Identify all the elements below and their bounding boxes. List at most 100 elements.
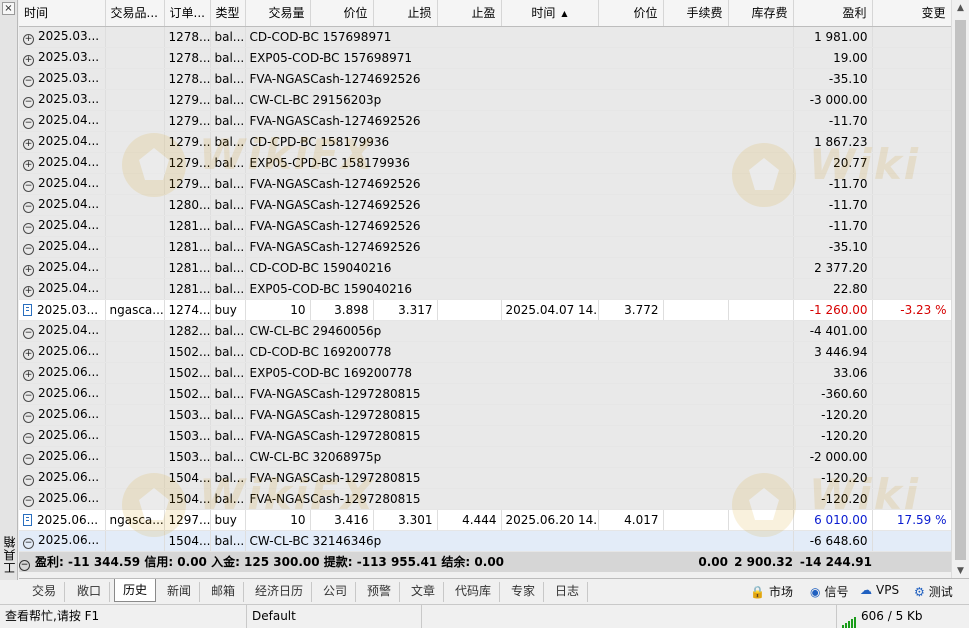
withdrawal-icon: − <box>23 474 34 486</box>
balance-row[interactable]: +2025.03... 1278... bal... CD-COD-BC 157698… <box>19 26 951 48</box>
cell-symbol <box>105 26 165 48</box>
column-header-change[interactable]: 变更 <box>872 0 951 27</box>
cell-type: bal... <box>210 215 246 237</box>
balance-row[interactable]: −2025.06... 1504... bal... FVA-NGASCash-129… <box>19 488 951 510</box>
tab-exposure[interactable]: 敞口 <box>69 582 111 602</box>
balance-row[interactable]: −2025.06... 1503... bal... CW-CL-BC 3206897… <box>19 446 951 468</box>
cell-symbol <box>105 425 165 447</box>
signals-button[interactable]: ◉ 信号 <box>810 583 849 600</box>
cell-change <box>872 530 951 552</box>
cell-profit: 2 377.20 <box>793 257 873 279</box>
withdrawal-icon: − <box>23 537 34 549</box>
cell-comment: FVA-NGASCash-1297280815 <box>245 425 794 447</box>
tab-alerts[interactable]: 预警 <box>359 582 401 602</box>
tab-news[interactable]: 新闻 <box>159 582 201 602</box>
balance-row[interactable]: −2025.06... 1504... bal... CW-CL-BC 3214634… <box>19 530 951 552</box>
cell-type: bal... <box>210 152 246 174</box>
collapse-icon[interactable]: − <box>19 560 30 572</box>
toolbox-tab-bar: 交易 敞口 历史 新闻 邮箱 经济日历 公司 预警 文章 代码库 专家 日志 🔒… <box>19 578 969 603</box>
column-header-take-profit[interactable]: 止盈 <box>437 0 502 27</box>
column-header-swap[interactable]: 库存费 <box>728 0 794 27</box>
balance-row[interactable]: −2025.06... 1503... bal... FVA-NGASCash-129… <box>19 425 951 447</box>
column-header-volume[interactable]: 交易量 <box>245 0 311 27</box>
cell-comment: CD-COD-BC 157698971 <box>245 26 794 48</box>
cell-order: 1502... <box>164 362 211 384</box>
column-header-close-time[interactable]: 时间 ▲ <box>501 0 599 27</box>
history-table: 时间 交易品... 订单... 类型 交易量 价位 止损 止盈 时间 ▲ 价位 手… <box>19 0 951 572</box>
column-header-order[interactable]: 订单... <box>164 0 211 27</box>
cell-time: −2025.06... <box>19 467 106 489</box>
cell-time: −2025.06... <box>19 383 106 405</box>
summary-row: − 盈利: -11 344.59 信用: 0.00 入金: 125 300.00 … <box>19 551 951 572</box>
cell-time: +2025.03... <box>19 26 106 48</box>
scroll-up-icon[interactable]: ▲ <box>952 0 969 17</box>
cell-symbol <box>105 530 165 552</box>
tab-journal[interactable]: 日志 <box>547 582 589 602</box>
balance-row[interactable]: −2025.06... 1503... bal... FVA-NGASCash-129… <box>19 404 951 426</box>
cell-change <box>872 278 951 300</box>
cell-time: −2025.06... <box>19 425 106 447</box>
tab-history[interactable]: 历史 <box>114 579 157 602</box>
column-header-close-price[interactable]: 价位 <box>598 0 664 27</box>
tab-calendar[interactable]: 经济日历 <box>247 582 313 602</box>
balance-row[interactable]: +2025.04... 1281... bal... CD-COD-BC 159040… <box>19 257 951 279</box>
column-header-commission[interactable]: 手续费 <box>663 0 729 27</box>
trade-row[interactable]: 2025.06... ngasca... 1297... buy 10 3.416 3.30… <box>19 509 951 531</box>
tab-mailbox[interactable]: 邮箱 <box>203 582 245 602</box>
balance-row[interactable]: +2025.06... 1502... bal... EXP05-COD-BC 169… <box>19 362 951 384</box>
status-empty <box>422 605 837 628</box>
cell-commission <box>663 509 729 531</box>
column-header-symbol[interactable]: 交易品... <box>105 0 165 27</box>
tab-experts[interactable]: 专家 <box>503 582 545 602</box>
cell-time: +2025.06... <box>19 341 106 363</box>
tester-button[interactable]: ⚙ 测试 <box>914 583 953 600</box>
cell-profit: -11.70 <box>793 110 873 132</box>
signal-icon: ◉ <box>810 585 821 599</box>
tab-company[interactable]: 公司 <box>315 582 357 602</box>
column-header-stop-loss[interactable]: 止损 <box>373 0 438 27</box>
cell-time: 2025.06... <box>19 509 106 531</box>
tab-code-base[interactable]: 代码库 <box>447 582 501 602</box>
trade-row[interactable]: 2025.03... ngasca... 1274... buy 10 3.898 3.31… <box>19 299 951 321</box>
close-icon[interactable]: × <box>2 2 15 15</box>
cell-order: 1278... <box>164 47 211 69</box>
cell-order: 1502... <box>164 341 211 363</box>
balance-row[interactable]: −2025.04... 1279... bal... FVA-NGASCash-127… <box>19 173 951 195</box>
balance-row[interactable]: −2025.03... 1279... bal... CW-CL-BC 2915620… <box>19 89 951 111</box>
cell-symbol <box>105 68 165 90</box>
cell-symbol <box>105 152 165 174</box>
balance-row[interactable]: −2025.04... 1282... bal... CW-CL-BC 2946005… <box>19 320 951 342</box>
tab-trade[interactable]: 交易 <box>24 582 66 602</box>
status-help: 查看帮忙,请按 F1 <box>0 605 247 628</box>
balance-row[interactable]: +2025.04... 1279... bal... CD-CPD-BC 158179… <box>19 131 951 153</box>
cell-type: bal... <box>210 173 246 195</box>
market-button[interactable]: 🔒 市场 <box>750 583 793 600</box>
cell-change <box>872 89 951 111</box>
column-header-price[interactable]: 价位 <box>310 0 374 27</box>
balance-row[interactable]: −2025.04... 1281... bal... FVA-NGASCash-127… <box>19 215 951 237</box>
balance-row[interactable]: −2025.06... 1504... bal... FVA-NGASCash-129… <box>19 467 951 489</box>
column-header-time[interactable]: 时间 <box>19 0 106 27</box>
column-header-profit[interactable]: 盈利 <box>793 0 873 27</box>
balance-row[interactable]: −2025.04... 1281... bal... FVA-NGASCash-127… <box>19 236 951 258</box>
cell-symbol <box>105 194 165 216</box>
balance-row[interactable]: +2025.06... 1502... bal... CD-COD-BC 169200… <box>19 341 951 363</box>
scrollbar-thumb[interactable] <box>955 20 966 560</box>
cell-type: bal... <box>210 362 246 384</box>
balance-row[interactable]: +2025.04... 1279... bal... EXP05-CPD-BC 158… <box>19 152 951 174</box>
balance-row[interactable]: −2025.06... 1502... bal... FVA-NGASCash-129… <box>19 383 951 405</box>
balance-row[interactable]: +2025.04... 1281... bal... EXP05-COD-BC 159… <box>19 278 951 300</box>
tab-articles[interactable]: 文章 <box>403 582 445 602</box>
cell-order: 1279... <box>164 152 211 174</box>
cell-swap <box>728 509 794 531</box>
balance-row[interactable]: −2025.04... 1279... bal... FVA-NGASCash-127… <box>19 110 951 132</box>
vps-button[interactable]: ☁ VPS <box>860 583 899 597</box>
vertical-scrollbar[interactable]: ▲ ▼ <box>951 0 969 580</box>
balance-row[interactable]: +2025.03... 1278... bal... EXP05-COD-BC 157… <box>19 47 951 69</box>
balance-row[interactable]: −2025.03... 1278... bal... FVA-NGASCash-127… <box>19 68 951 90</box>
cell-comment: FVA-NGASCash-1274692526 <box>245 236 794 258</box>
balance-row[interactable]: −2025.04... 1280... bal... FVA-NGASCash-127… <box>19 194 951 216</box>
withdrawal-icon: − <box>23 453 34 465</box>
cell-price: 3.416 <box>310 509 374 531</box>
column-header-type[interactable]: 类型 <box>210 0 246 27</box>
